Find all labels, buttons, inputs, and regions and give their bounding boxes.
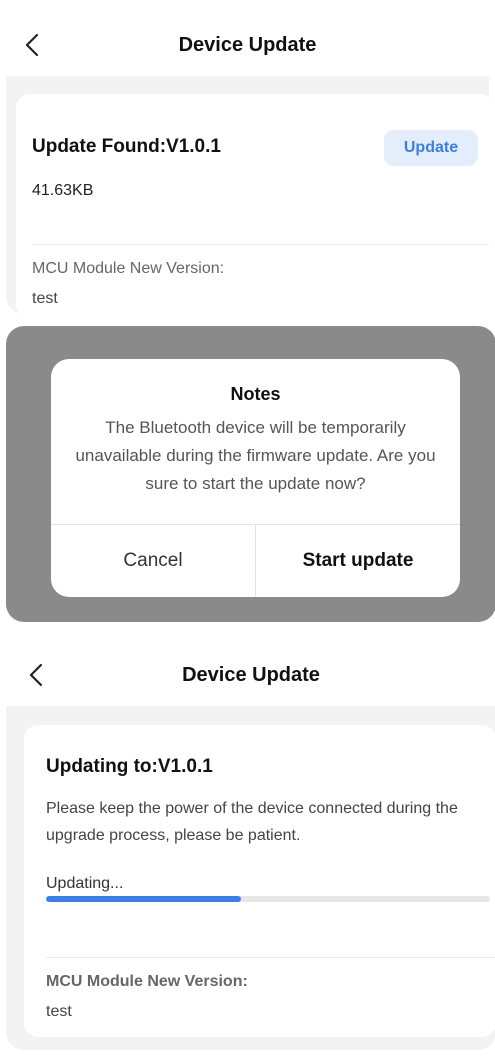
file-size: 41.63KB — [32, 182, 94, 199]
cancel-button[interactable]: Cancel — [51, 525, 255, 597]
nav-bar: Device Update — [6, 640, 495, 706]
progress-bar — [46, 896, 490, 902]
nav-bar: Device Update — [6, 12, 489, 76]
mcu-version-label: MCU Module New Version: — [46, 973, 248, 990]
update-card: Update Found:V1.0.1 Update 41.63KB MCU M… — [16, 94, 489, 314]
notes-dialog: Notes The Bluetooth device will be tempo… — [51, 359, 460, 597]
divider — [32, 244, 489, 245]
update-found-title: Update Found:V1.0.1 — [32, 136, 221, 157]
progress-label: Updating... — [46, 875, 124, 892]
start-update-button[interactable]: Start update — [256, 525, 460, 597]
update-button[interactable]: Update — [384, 130, 478, 166]
dialog-overlay: Notes The Bluetooth device will be tempo… — [6, 326, 495, 622]
mcu-version-value: test — [46, 1003, 72, 1020]
mcu-version-label: MCU Module New Version: — [32, 260, 225, 277]
updating-screen: Device Update Updating to:V1.0.1 Please … — [6, 640, 495, 1050]
page-title: Device Update — [182, 664, 320, 686]
updating-card: Updating to:V1.0.1 Please keep the power… — [24, 725, 495, 1037]
divider — [46, 957, 495, 958]
power-notice: Please keep the power of the device conn… — [46, 800, 458, 844]
page-title: Device Update — [178, 34, 317, 56]
update-found-screen: Device Update Update Found:V1.0.1 Update… — [6, 12, 489, 314]
progress-fill — [46, 896, 242, 902]
mcu-version-value: test — [32, 290, 58, 307]
dialog-message: The Bluetooth device will be temporarily… — [75, 418, 436, 493]
updating-title: Updating to:V1.0.1 — [46, 756, 213, 777]
dialog-title: Notes — [230, 384, 281, 404]
